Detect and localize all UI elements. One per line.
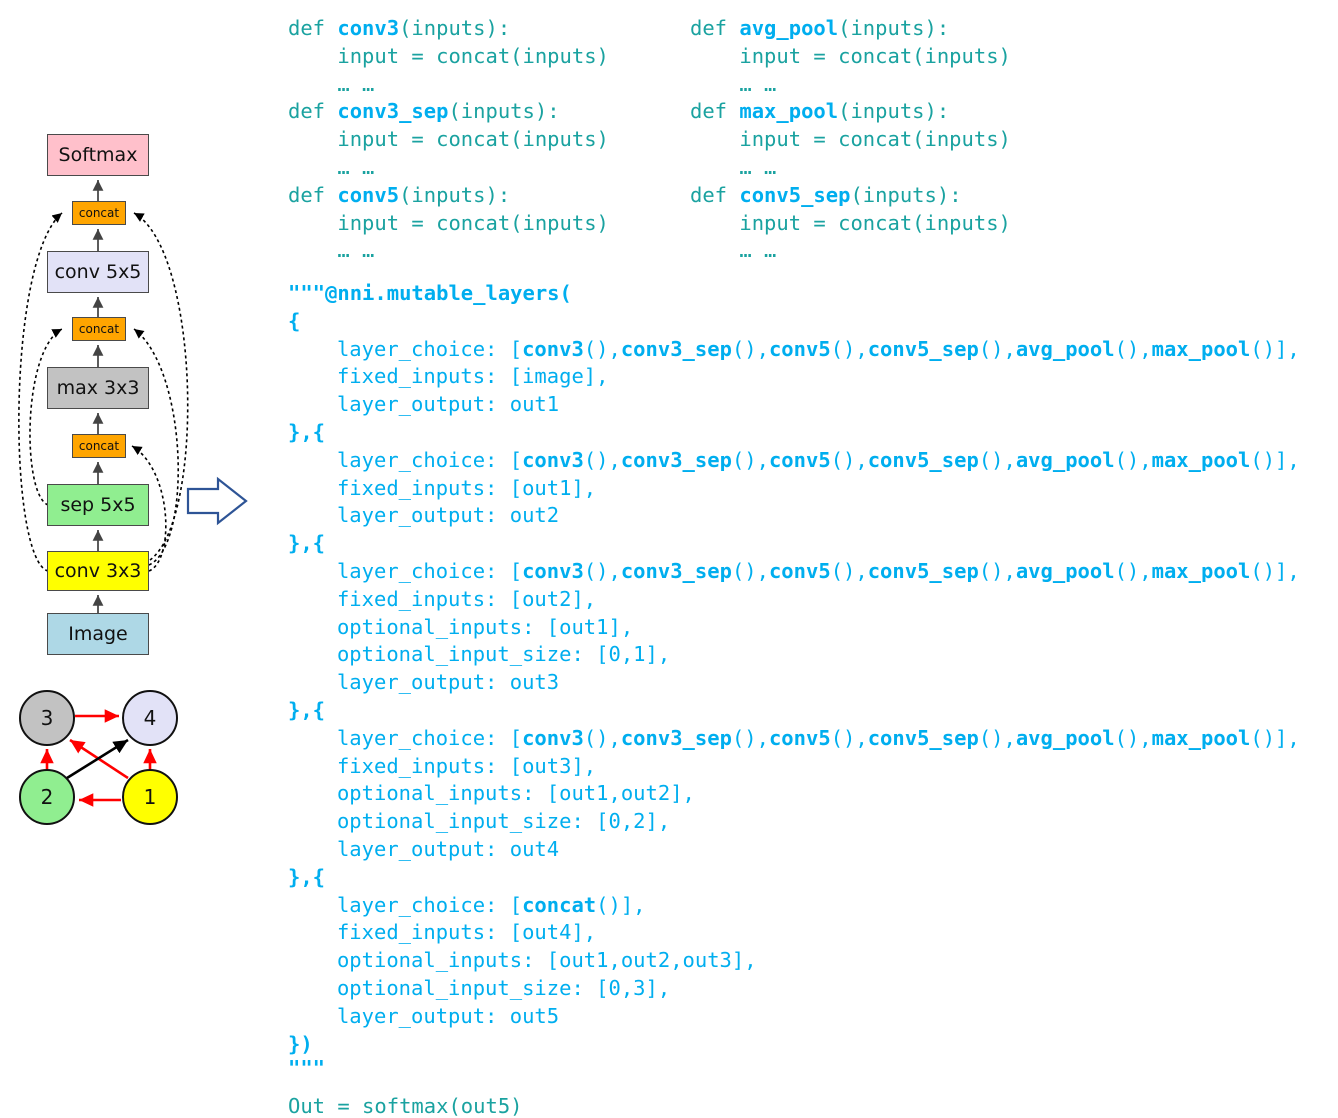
funcdef-left-line-1: input = concat(inputs) — [288, 46, 609, 67]
funcdef-right-line-1: input = concat(inputs) — [690, 46, 1011, 67]
block-0-line-2: layer_output: out1 — [337, 394, 559, 415]
decorator-open: """@nni.mutable_layers( — [288, 283, 572, 304]
funcdef-right-line-8: … … — [690, 240, 776, 261]
code-panel: def conv3(inputs): input = concat(inputs… — [0, 0, 1338, 1116]
block-1-line-2: layer_output: out2 — [337, 505, 559, 526]
block-0-line-0: layer_choice: [conv3(),conv3_sep(),conv5… — [337, 339, 1300, 360]
final-output-line: Out = softmax(out5) — [288, 1096, 523, 1117]
funcdef-right-line-2: … … — [690, 74, 776, 95]
block-2-line-2: optional_inputs: [out1], — [337, 617, 633, 638]
block-4-line-1: fixed_inputs: [out4], — [337, 922, 596, 943]
block-separator-0: { — [288, 311, 300, 332]
block-4-line-4: layer_output: out5 — [337, 1006, 559, 1027]
block-separator-2: },{ — [288, 533, 325, 554]
funcdef-left-line-8: … … — [288, 240, 374, 261]
funcdef-right-line-6: def conv5_sep(inputs): — [690, 185, 962, 206]
block-3-line-3: optional_input_size: [0,2], — [337, 811, 670, 832]
block-separator-3: },{ — [288, 700, 325, 721]
funcdef-left-line-2: … … — [288, 74, 374, 95]
block-3-line-2: optional_inputs: [out1,out2], — [337, 783, 695, 804]
funcdef-right-line-0: def avg_pool(inputs): — [690, 18, 949, 39]
funcdef-right-line-3: def max_pool(inputs): — [690, 101, 949, 122]
block-3-line-1: fixed_inputs: [out3], — [337, 756, 596, 777]
block-2-line-0: layer_choice: [conv3(),conv3_sep(),conv5… — [337, 561, 1300, 582]
block-separator-4: },{ — [288, 867, 325, 888]
funcdef-left-line-3: def conv3_sep(inputs): — [288, 101, 560, 122]
decorator-close: }) — [288, 1034, 313, 1055]
block-4-line-0: layer_choice: [concat()], — [337, 895, 646, 916]
funcdef-left-line-6: def conv5(inputs): — [288, 185, 510, 206]
funcdef-right-line-4: input = concat(inputs) — [690, 129, 1011, 150]
funcdef-left-line-5: … … — [288, 157, 374, 178]
block-4-line-3: optional_input_size: [0,3], — [337, 978, 670, 999]
block-3-line-0: layer_choice: [conv3(),conv3_sep(),conv5… — [337, 728, 1300, 749]
funcdef-right-line-5: … … — [690, 157, 776, 178]
block-2-line-1: fixed_inputs: [out2], — [337, 589, 596, 610]
block-separator-1: },{ — [288, 422, 325, 443]
block-1-line-0: layer_choice: [conv3(),conv3_sep(),conv5… — [337, 450, 1300, 471]
funcdef-left-line-4: input = concat(inputs) — [288, 129, 609, 150]
block-4-line-2: optional_inputs: [out1,out2,out3], — [337, 950, 757, 971]
block-2-line-3: optional_input_size: [0,1], — [337, 644, 670, 665]
block-3-line-4: layer_output: out4 — [337, 839, 559, 860]
funcdef-left-line-0: def conv3(inputs): — [288, 18, 510, 39]
docstring-close: """ — [288, 1058, 325, 1079]
block-2-line-4: layer_output: out3 — [337, 672, 559, 693]
funcdef-left-line-7: input = concat(inputs) — [288, 213, 609, 234]
funcdef-right-line-7: input = concat(inputs) — [690, 213, 1011, 234]
block-0-line-1: fixed_inputs: [image], — [337, 366, 609, 387]
block-1-line-1: fixed_inputs: [out1], — [337, 478, 596, 499]
